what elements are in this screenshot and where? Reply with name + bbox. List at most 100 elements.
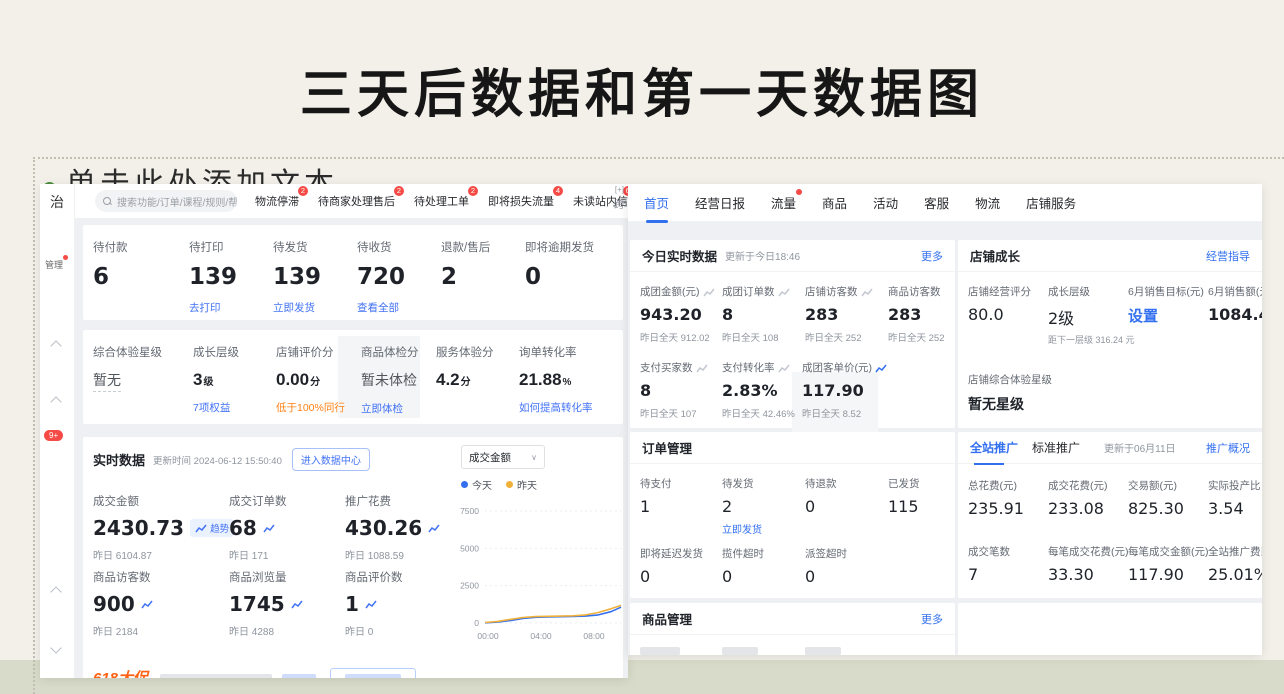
data-center-button[interactable]: 进入数据中心 (292, 448, 370, 471)
trend-chart-icon[interactable] (291, 599, 303, 609)
nav-item-logistics-stalled[interactable]: 物流停滞2 (255, 193, 299, 209)
realtime-title: 实时数据 (93, 450, 145, 469)
textbox-dashed-border-left (33, 157, 35, 694)
stat-amount-per-deal: 每笔成交金额(元) 117.90 (1128, 544, 1209, 584)
stat-awaiting-shipment: 待发货 2 立即发货 (722, 476, 762, 536)
sidebar-logo: 治 (50, 192, 64, 212)
nav-item-traffic-loss[interactable]: 即将损失流量4 (488, 193, 554, 209)
stat-inquiry-conversion: 询单转化率 21.88% 如何提高转化率 (519, 344, 602, 416)
slide-title: 三天后数据和第一天数据图 (0, 52, 1284, 127)
stat-gmv: 成交金额 2430.73 趋势 昨日 6104.87 (93, 493, 234, 562)
metric-select[interactable]: 成交金额 ∨ (461, 445, 545, 469)
trend-chart-icon[interactable] (365, 599, 377, 609)
tab-standard-promotion[interactable]: 标准推广 (1032, 439, 1080, 456)
stat-total-spend: 总花费(元) 235.91 (968, 478, 1024, 518)
order-management-card: 订单管理 待支付 1 待发货 2 立即发货 待退款 0 (630, 432, 955, 598)
stat-group-orders: 成团订单数 8 昨日全天 108 (722, 284, 790, 344)
stat-product-check: 商品体检分 暂未体检 立即体检 (353, 344, 436, 416)
stat-shop-star: 店铺综合体验星级 暂无星级 (968, 372, 1052, 414)
tab-daily-report[interactable]: 经营日报 (695, 193, 745, 212)
left-topnav: 搜索功能/订单/课程/规则/帮助/服务 物流停滞2 待商家处理售后2 待处理工单… (75, 184, 628, 218)
trend-chart-icon (703, 287, 715, 297)
view-all-link[interactable]: 查看全部 (357, 300, 441, 315)
realtime-updated: 更新时间 2024-06-12 15:50:40 (153, 453, 282, 467)
trend-chart-icon (696, 363, 708, 373)
stat-shop-operation-score: 店铺经营评分 80.0 (968, 284, 1031, 324)
plus-icon[interactable]: [+] (615, 185, 624, 194)
ship-now-link[interactable]: 立即发货 (722, 521, 762, 536)
today-realtime-card: 今日实时数据 更新于今日18:46 更多 成团金额(元) 943.20 昨日全天… (630, 240, 955, 428)
tab-traffic[interactable]: 流量 (771, 193, 796, 212)
chevron-down-icon[interactable] (50, 642, 61, 653)
svg-text:7500: 7500 (460, 506, 479, 516)
set-target-link[interactable]: 设置 (1128, 305, 1204, 326)
stat-pay-conversion: 支付转化率 2.83% 昨日全天 42.46% (722, 360, 795, 420)
tab-logistics[interactable]: 物流 (975, 193, 1000, 212)
trend-button[interactable]: 趋势 (190, 519, 234, 537)
stat-service-score: 服务体验分 4.2分 (436, 344, 519, 416)
svg-text:2500: 2500 (460, 581, 479, 591)
left-sidebar: 治 管理 9+ (40, 184, 75, 678)
sidebar-count-badge: 9+ (44, 430, 63, 441)
stat-delivery-timeout: 派签超时 0 (805, 546, 847, 586)
realtime-card: 实时数据 更新时间 2024-06-12 15:50:40 进入数据中心 成交金… (83, 437, 623, 677)
tab-sitewide-promotion[interactable]: 全站推广 (970, 439, 1018, 456)
go-print-link[interactable]: 去打印 (189, 300, 273, 315)
search-input[interactable]: 搜索功能/订单/课程/规则/帮助/服务 (95, 190, 237, 212)
svg-text:04:00: 04:00 (530, 631, 552, 641)
promo-link-fragment[interactable] (282, 674, 316, 679)
promo-button-label-fragment (345, 674, 401, 679)
stat-order-count: 成交订单数 68 昨日 171 (229, 493, 287, 562)
rights-link[interactable]: 7项权益 (193, 400, 276, 415)
stat-pending-payment: 待付款6 (93, 239, 189, 315)
legend-dot-yesterday (506, 481, 513, 488)
nav-item-tickets-pending[interactable]: 待处理工单2 (414, 193, 469, 209)
stat-transaction-amount: 交易额(元) 825.30 (1128, 478, 1184, 518)
stat-product-reviews: 商品评价数 1 昨日 0 (345, 569, 403, 638)
count-badge: 2 (468, 186, 478, 196)
more-link[interactable]: 更多 (921, 248, 943, 264)
notification-dot (63, 255, 68, 260)
tab-products[interactable]: 商品 (822, 193, 847, 212)
tab-activities[interactable]: 活动 (873, 193, 898, 212)
chevron-up-icon[interactable] (50, 586, 61, 597)
tab-shop-services[interactable]: 店铺服务 (1026, 193, 1076, 212)
stat-shop-visitors: 店铺访客数 283 昨日全天 252 (805, 284, 873, 344)
stat-promo-spend: 推广花费 430.26 昨日 1088.59 (345, 493, 440, 562)
todo-card: 待付款6 待打印139 去打印 待发货139 立即发货 待收货720 查看全部 (83, 225, 623, 320)
check-now-link[interactable]: 立即体检 (361, 401, 436, 416)
improve-conversion-link[interactable]: 如何提高转化率 (519, 400, 602, 415)
nav-item-aftersale-pending[interactable]: 待商家处理售后2 (318, 193, 395, 209)
legend-today[interactable]: 今天 (461, 477, 492, 492)
clipped-label-fragment (805, 647, 841, 655)
svg-text:5000: 5000 (460, 543, 479, 553)
shop-growth-card: 店铺成长 经营指导 店铺经营评分 80.0 成长层级 2级 距下一层级 316.… (958, 240, 1262, 428)
chevron-up-icon[interactable] (50, 340, 61, 351)
operation-guide-link[interactable]: 经营指导 (1206, 248, 1250, 264)
right-content: 今日实时数据 更新于今日18:46 更多 成团金额(元) 943.20 昨日全天… (628, 222, 1262, 655)
below-peer-warning: 低于100%同行 (276, 400, 353, 415)
ship-now-link[interactable]: 立即发货 (273, 300, 357, 315)
trend-chart-icon[interactable] (263, 523, 275, 533)
right-dashboard-screenshot: 首页 经营日报 流量 商品 活动 客服 物流 店铺服务 今日实时数据 更新于今日… (628, 184, 1262, 655)
stat-avg-order-value: 成团客单价(元) 117.90 昨日全天 8.52 (802, 360, 887, 420)
trend-chart-icon[interactable] (428, 523, 440, 533)
tab-service[interactable]: 客服 (924, 193, 949, 212)
notification-dot (796, 189, 802, 195)
trend-chart-icon[interactable] (141, 599, 153, 609)
chevron-up-icon[interactable] (50, 396, 61, 407)
tab-home[interactable]: 首页 (644, 193, 669, 212)
promo-button[interactable] (330, 668, 416, 679)
promotion-overview-link[interactable]: 推广概况 (1206, 440, 1250, 456)
sidebar-item-admin[interactable]: 管理 (45, 258, 63, 271)
stat-delayed-shipping: 即将延迟发货 0 (640, 546, 703, 586)
stat-product-views: 商品浏览量 1745 昨日 4288 (229, 569, 303, 638)
stat-growth-level: 成长层级 2级 距下一层级 316.24 元 (1048, 284, 1135, 346)
more-link[interactable]: 更多 (921, 611, 943, 627)
legend-dot-today (461, 481, 468, 488)
promo-text-fragment (160, 674, 272, 679)
stat-spend-per-deal: 每笔成交花费(元) 33.30 (1048, 544, 1129, 584)
stat-paying-buyers: 支付买家数 8 昨日全天 107 (640, 360, 708, 420)
legend-yesterday[interactable]: 昨天 (506, 477, 537, 492)
stat-shop-score: 店铺评价分 0.00分 低于100%同行 (276, 344, 353, 416)
